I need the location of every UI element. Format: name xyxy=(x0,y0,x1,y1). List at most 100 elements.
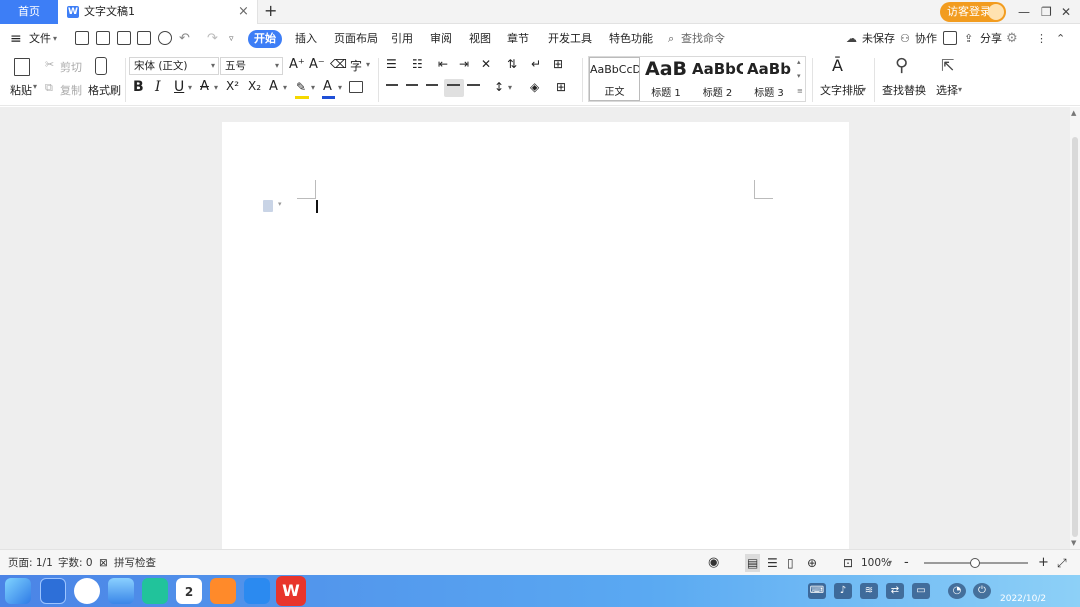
save-icon[interactable] xyxy=(96,31,110,45)
open-folder-icon[interactable] xyxy=(75,31,89,45)
wps-app-icon[interactable]: W xyxy=(276,576,306,606)
char-border-icon[interactable] xyxy=(349,81,363,93)
distribute-icon[interactable] xyxy=(467,84,480,86)
more-quick-access-icon[interactable]: ▿ xyxy=(229,26,234,52)
justify-icon[interactable] xyxy=(444,79,464,97)
zoom-in-button[interactable]: + xyxy=(1038,550,1049,576)
battery-icon[interactable]: ▭ xyxy=(912,583,930,599)
chevron-down-icon[interactable]: ▾ xyxy=(214,83,218,92)
font-size-select[interactable]: 五号 ▾ xyxy=(220,57,283,75)
format-painter-button[interactable]: 格式刷 xyxy=(88,82,121,98)
page-view-icon[interactable]: ▤ xyxy=(745,554,761,572)
collapse-ribbon-icon[interactable]: ⌃ xyxy=(1056,26,1065,52)
fullscreen-icon[interactable]: ⤢ xyxy=(1057,550,1067,576)
chevron-down-icon[interactable]: ▾ xyxy=(366,60,370,69)
chevron-down-icon[interactable]: ▾ xyxy=(311,83,315,92)
collab-button[interactable]: 协作 xyxy=(915,26,937,52)
copy-button[interactable]: 复制 xyxy=(60,82,82,98)
style-heading-2[interactable]: AaBbC 标题 2 xyxy=(692,57,743,101)
paste-button[interactable]: 粘贴 xyxy=(10,82,32,98)
doc-assist-icon[interactable] xyxy=(943,31,957,45)
menu-tab-home[interactable]: 开始 xyxy=(248,30,282,48)
window-close-icon[interactable]: ✕ xyxy=(1061,0,1071,24)
menu-tab-developer[interactable]: 开发工具 xyxy=(548,26,592,52)
zoom-level[interactable]: 100% xyxy=(861,550,891,576)
close-tab-icon[interactable]: × xyxy=(238,0,249,24)
chevron-down-icon[interactable]: ▾ xyxy=(958,85,962,94)
highlight-icon[interactable]: ✎ xyxy=(296,80,306,94)
find-replace-button[interactable]: 查找替换 xyxy=(882,82,926,98)
menu-tab-view[interactable]: 视图 xyxy=(469,26,491,52)
tab-document[interactable]: W 文字文稿1 × xyxy=(58,0,258,24)
select-button[interactable]: 选择 xyxy=(936,82,958,98)
chevron-down-icon[interactable]: ▾ xyxy=(283,83,287,92)
reading-view-icon[interactable]: ▯ xyxy=(787,550,794,576)
align-center-icon[interactable] xyxy=(406,84,418,86)
vertical-scrollbar[interactable]: ▲ ▼ xyxy=(1070,107,1080,549)
cut-button[interactable]: 剪切 xyxy=(60,59,82,75)
menu-tab-chapter[interactable]: 章节 xyxy=(507,26,529,52)
undo-icon[interactable]: ↶ xyxy=(179,26,190,52)
chevron-down-icon[interactable]: ▾ xyxy=(338,83,342,92)
settings-gear-icon[interactable]: ⚙ xyxy=(1006,26,1018,52)
borders-icon[interactable]: ⊞ xyxy=(556,80,566,94)
subscript-button[interactable]: X₂ xyxy=(248,79,261,93)
export-pdf-icon[interactable] xyxy=(117,31,131,45)
notification-icon[interactable]: ◔ xyxy=(948,583,966,599)
underline-button[interactable]: U xyxy=(174,79,184,95)
font-color-icon[interactable]: A xyxy=(323,79,332,94)
print-preview-icon[interactable] xyxy=(158,31,172,45)
search-icon[interactable]: ⌕ xyxy=(668,26,674,52)
unsaved-status[interactable]: 未保存 xyxy=(862,26,895,52)
page-count[interactable]: 页面: 1/1 xyxy=(8,550,53,576)
sort-icon[interactable]: ⇅ xyxy=(507,57,517,71)
paragraph-options-icon[interactable] xyxy=(263,200,273,212)
tab-home[interactable]: 首页 xyxy=(0,0,58,24)
show-marks-icon[interactable]: ↵ xyxy=(531,57,541,71)
styles-scroll-up-icon[interactable]: ▴ xyxy=(797,58,801,66)
spellcheck-button[interactable]: 拼写检查 xyxy=(114,550,156,576)
paste-icon[interactable] xyxy=(14,58,30,76)
tab-ruler-icon[interactable]: ⊞ xyxy=(553,57,563,71)
font-grow-icon[interactable]: A⁺ xyxy=(289,57,305,72)
shading-icon[interactable]: ◈ xyxy=(530,80,539,94)
scroll-up-icon[interactable]: ▲ xyxy=(1071,109,1076,117)
print-icon[interactable] xyxy=(137,31,151,45)
transfer-icon[interactable]: ⇄ xyxy=(886,583,904,599)
guest-login-button[interactable]: 访客登录 xyxy=(940,2,1006,22)
launcher-icon[interactable] xyxy=(5,578,31,604)
keyboard-icon[interactable]: ⌨ xyxy=(808,583,826,599)
strikethrough-button[interactable]: A xyxy=(200,79,209,94)
increase-indent-icon[interactable]: ⇥ xyxy=(459,57,469,71)
chinese-layout-icon[interactable]: ✕ xyxy=(481,57,491,71)
minimize-icon[interactable]: — xyxy=(1018,0,1030,24)
menu-tab-references[interactable]: 引用 xyxy=(391,26,413,52)
style-heading-3[interactable]: AaBb 标题 3 xyxy=(744,57,794,101)
wifi-icon[interactable]: ≋ xyxy=(860,583,878,599)
phonetic-guide-icon[interactable]: 字 xyxy=(350,57,362,74)
text-layout-button[interactable]: 文字排版 xyxy=(820,82,864,98)
font-name-select[interactable]: 宋体 (正文) ▾ xyxy=(129,57,219,75)
chevron-down-icon[interactable]: ▾ xyxy=(862,85,866,94)
photos-icon[interactable] xyxy=(108,578,134,604)
style-heading-1[interactable]: AaB 标题 1 xyxy=(641,57,691,101)
decrease-indent-icon[interactable]: ⇤ xyxy=(438,57,448,71)
zoom-out-button[interactable]: - xyxy=(904,550,909,576)
align-left-icon[interactable] xyxy=(386,84,398,86)
new-tab-button[interactable]: + xyxy=(264,0,277,22)
taskbar-date[interactable]: 2022/10/2 xyxy=(1000,589,1046,607)
chevron-down-icon[interactable]: ▾ xyxy=(508,83,512,92)
fit-page-icon[interactable]: ⊡ xyxy=(843,550,853,576)
styles-more-icon[interactable]: ≡ xyxy=(797,87,803,95)
app-store-icon[interactable] xyxy=(210,578,236,604)
word-count[interactable]: 字数: 0 xyxy=(58,550,93,576)
eye-protection-icon[interactable]: ◉ xyxy=(708,550,719,576)
scrollbar-thumb[interactable] xyxy=(1072,137,1078,537)
bullet-list-icon[interactable]: ☰ xyxy=(386,57,397,71)
outline-view-icon[interactable]: ☰ xyxy=(767,550,778,576)
settings-icon[interactable] xyxy=(244,578,270,604)
document-page[interactable]: ▾ xyxy=(222,122,849,552)
chevron-down-icon[interactable]: ▾ xyxy=(278,200,282,208)
scroll-down-icon[interactable]: ▼ xyxy=(1071,539,1076,547)
paste-dropdown-icon[interactable]: ▾ xyxy=(33,82,37,91)
